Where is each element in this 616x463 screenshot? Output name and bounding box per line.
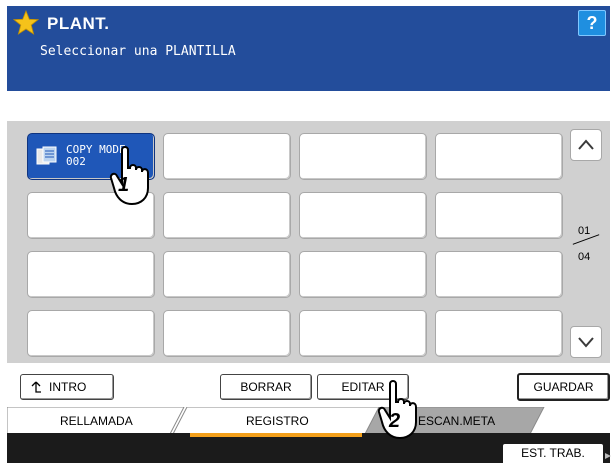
current-page: 01 bbox=[578, 225, 591, 237]
template-button-14[interactable] bbox=[163, 310, 291, 357]
star-icon bbox=[13, 10, 39, 35]
template-button-11[interactable] bbox=[299, 251, 427, 298]
chevron-up-icon bbox=[578, 139, 594, 150]
intro-button[interactable]: INTRO bbox=[20, 374, 114, 400]
template-button-15[interactable] bbox=[299, 310, 427, 357]
borrar-label: BORRAR bbox=[240, 380, 292, 394]
template-button-7[interactable] bbox=[299, 192, 427, 239]
template-button-3[interactable] bbox=[299, 133, 427, 180]
borrar-button[interactable]: BORRAR bbox=[220, 374, 312, 400]
total-pages: 04 bbox=[578, 251, 591, 263]
tab-registro[interactable]: REGISTRO bbox=[246, 414, 309, 428]
title-row: PLANT. ? bbox=[7, 6, 610, 42]
template-button-2[interactable] bbox=[163, 133, 291, 180]
header: PLANT. ? Seleccionar una PLANTILLA bbox=[7, 6, 610, 91]
step-2-callout: 2 bbox=[389, 410, 401, 432]
pointing-hand-icon bbox=[377, 380, 417, 440]
instruction-text: Seleccionar una PLANTILLA bbox=[40, 44, 236, 59]
guardar-label: GUARDAR bbox=[533, 380, 594, 394]
arrow-up-icon bbox=[31, 381, 41, 393]
template-button-8[interactable] bbox=[435, 192, 563, 239]
page-title: PLANT. bbox=[47, 14, 110, 33]
pointing-hand-icon bbox=[109, 146, 149, 206]
template-button-9[interactable] bbox=[27, 251, 155, 298]
scroll-down-button[interactable] bbox=[570, 326, 602, 358]
template-button-13[interactable] bbox=[27, 310, 155, 357]
tab-escan-meta[interactable]: ESCAN.META bbox=[418, 414, 495, 428]
template-grid: COPY MODE 002 bbox=[7, 121, 610, 363]
intro-label: INTRO bbox=[49, 380, 87, 394]
scroll-up-button[interactable] bbox=[570, 129, 602, 161]
template-button-12[interactable] bbox=[435, 251, 563, 298]
help-button[interactable]: ? bbox=[578, 10, 606, 36]
template-screen: PLANT. ? Seleccionar una PLANTILLA COPY … bbox=[0, 0, 616, 463]
job-status-button[interactable]: EST. TRAB. bbox=[503, 444, 603, 463]
copy-icon bbox=[36, 146, 57, 165]
triangle-right-icon bbox=[605, 453, 611, 459]
job-status-label: EST. TRAB. bbox=[521, 446, 585, 460]
template-button-6[interactable] bbox=[163, 192, 291, 239]
step-1-callout: 1 bbox=[118, 174, 130, 196]
chevron-down-icon bbox=[578, 337, 594, 348]
template-button-4[interactable] bbox=[435, 133, 563, 180]
guardar-button[interactable]: GUARDAR bbox=[517, 373, 610, 401]
tab-rellamada[interactable]: RELLAMADA bbox=[60, 414, 133, 428]
page-indicator: 01 04 bbox=[572, 225, 602, 265]
template-button-10[interactable] bbox=[163, 251, 291, 298]
template-button-16[interactable] bbox=[435, 310, 563, 357]
